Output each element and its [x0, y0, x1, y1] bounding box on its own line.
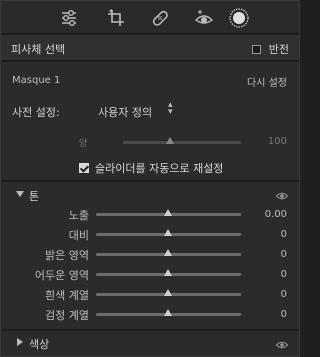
- eye-icon[interactable]: [275, 339, 289, 352]
- auto-reset-checkbox[interactable]: [79, 163, 89, 173]
- whites-slider-thumb[interactable]: [164, 289, 172, 296]
- slider-label-whites: 흰색 계열: [45, 289, 89, 302]
- tone-section: 톤 노출 0.00 대비 0 밝은 영역 0 어두운 영역 0 흰색 계열 0 …: [1, 182, 299, 330]
- invert-toggle[interactable]: 반전: [251, 41, 289, 57]
- slider-value-shadows[interactable]: 0: [281, 269, 287, 280]
- eye-icon[interactable]: [275, 190, 289, 203]
- slider-label-blacks: 검정 계열: [45, 309, 89, 322]
- slider-value-highlights[interactable]: 0: [281, 249, 287, 260]
- shadows-slider-thumb[interactable]: [164, 269, 172, 276]
- preset-dropdown[interactable]: 사용자 정의: [98, 104, 152, 120]
- tone-header[interactable]: 톤: [1, 182, 299, 204]
- slider-value-whites[interactable]: 0: [281, 289, 287, 300]
- auto-reset-option[interactable]: 슬라이더를 자동으로 재설정: [79, 160, 223, 176]
- subject-header: 피사체 선택 반전: [1, 35, 299, 61]
- tone-title: 톤: [29, 190, 40, 203]
- slider-label-exposure: 노출: [68, 209, 89, 222]
- expand-triangle-icon[interactable]: [17, 338, 23, 346]
- updown-chevron-icon[interactable]: ▴ ▾: [168, 101, 173, 117]
- invert-label: 반전: [268, 43, 289, 56]
- amount-label: 양: [79, 139, 88, 149]
- sliders-icon[interactable]: [59, 8, 81, 28]
- highlights-slider-thumb[interactable]: [164, 249, 172, 256]
- mask-name: Masque 1: [12, 75, 61, 86]
- mask-panel: Masque 1 다시 설정 사전 설정: 사용자 정의 ▴ ▾ 양 100 슬라…: [1, 62, 299, 181]
- preset-label: 사전 설정:: [12, 106, 60, 119]
- slider-label-shadows: 어두운 영역: [34, 269, 89, 282]
- slider-label-highlights: 밝은 영역: [45, 249, 89, 262]
- amount-slider-track[interactable]: [123, 141, 241, 144]
- redeye-icon[interactable]: [193, 8, 215, 28]
- auto-reset-label: 슬라이더를 자동으로 재설정: [95, 162, 224, 175]
- invert-checkbox[interactable]: [251, 44, 261, 54]
- slider-value-blacks[interactable]: 0: [281, 309, 287, 320]
- healing-bandage-icon[interactable]: [150, 8, 172, 28]
- amount-slider-thumb[interactable]: [166, 137, 174, 144]
- color-title: 색상: [29, 338, 50, 351]
- exposure-slider-thumb[interactable]: [164, 209, 172, 216]
- crop-rotate-icon[interactable]: [106, 8, 128, 28]
- reset-button[interactable]: 다시 설정: [247, 74, 287, 89]
- amount-value: 100: [267, 136, 287, 147]
- slider-value-exposure[interactable]: 0.00: [265, 209, 287, 220]
- slider-label-contrast: 대비: [68, 229, 89, 242]
- mask-icon[interactable]: [228, 8, 250, 28]
- slider-value-contrast[interactable]: 0: [281, 229, 287, 240]
- collapse-triangle-icon[interactable]: [16, 191, 24, 197]
- toolbar: [1, 1, 299, 34]
- subject-title: 피사체 선택: [11, 43, 66, 56]
- blacks-slider-thumb[interactable]: [164, 309, 172, 316]
- contrast-slider-thumb[interactable]: [164, 229, 172, 236]
- color-section[interactable]: 색상: [1, 331, 299, 356]
